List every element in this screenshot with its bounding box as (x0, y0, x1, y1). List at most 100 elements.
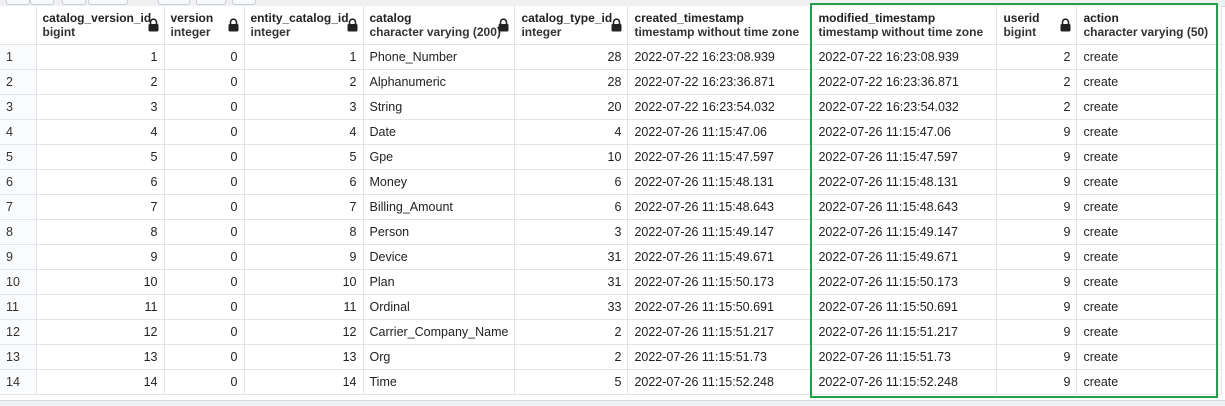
cell-action[interactable]: create (1076, 294, 1223, 320)
toolbar-button[interactable] (232, 0, 256, 5)
cell-userid[interactable]: 9 (996, 169, 1078, 195)
cell-catalog-version-id[interactable]: 1 (36, 44, 165, 70)
cell-modified-timestamp[interactable]: 2022-07-26 11:15:51.217 (811, 319, 998, 345)
cell-entity-catalog-id[interactable]: 10 (244, 269, 364, 295)
cell-entity-catalog-id[interactable]: 4 (244, 119, 364, 145)
cell-catalog-version-id[interactable]: 8 (36, 219, 165, 245)
cell-version[interactable]: 0 (164, 219, 245, 245)
cell-version[interactable]: 0 (164, 319, 245, 345)
toolbar-button[interactable] (30, 0, 54, 5)
row-number-header[interactable] (0, 6, 37, 45)
cell-userid[interactable]: 9 (996, 194, 1078, 220)
column-header[interactable]: userid bigint (996, 6, 1078, 45)
cell-catalog-version-id[interactable]: 7 (36, 194, 165, 220)
table-row[interactable]: 1 1 0 1 Phone_Number 28 2022-07-22 16:23… (0, 44, 1223, 70)
cell-catalog-version-id[interactable]: 13 (36, 344, 165, 370)
cell-catalog-version-id[interactable]: 3 (36, 94, 165, 120)
table-row[interactable]: 7 7 0 7 Billing_Amount 6 2022-07-26 11:1… (0, 194, 1223, 220)
cell-catalog[interactable]: Alphanumeric (363, 69, 516, 95)
cell-entity-catalog-id[interactable]: 5 (244, 144, 364, 170)
cell-version[interactable]: 0 (164, 44, 245, 70)
cell-catalog-version-id[interactable]: 10 (36, 269, 165, 295)
cell-catalog-type-id[interactable]: 28 (514, 44, 629, 70)
cell-entity-catalog-id[interactable]: 14 (244, 369, 364, 395)
row-number[interactable]: 7 (0, 194, 37, 220)
cell-entity-catalog-id[interactable]: 11 (244, 294, 364, 320)
toolbar-button[interactable] (62, 0, 86, 5)
cell-catalog-type-id[interactable]: 20 (514, 94, 629, 120)
column-header[interactable]: created_timestamp timestamp without time… (627, 6, 813, 45)
cell-userid[interactable]: 9 (996, 319, 1078, 345)
cell-catalog-version-id[interactable]: 9 (36, 244, 165, 270)
cell-created-timestamp[interactable]: 2022-07-22 16:23:54.032 (627, 94, 813, 120)
cell-entity-catalog-id[interactable]: 7 (244, 194, 364, 220)
cell-entity-catalog-id[interactable]: 6 (244, 169, 364, 195)
cell-catalog-type-id[interactable]: 6 (514, 169, 629, 195)
cell-modified-timestamp[interactable]: 2022-07-22 16:23:36.871 (811, 69, 998, 95)
cell-version[interactable]: 0 (164, 169, 245, 195)
cell-catalog-type-id[interactable]: 2 (514, 344, 629, 370)
toolbar-button[interactable] (158, 0, 190, 5)
cell-catalog-type-id[interactable]: 3 (514, 219, 629, 245)
cell-entity-catalog-id[interactable]: 13 (244, 344, 364, 370)
cell-created-timestamp[interactable]: 2022-07-26 11:15:48.643 (627, 194, 813, 220)
cell-catalog-version-id[interactable]: 6 (36, 169, 165, 195)
column-header[interactable]: version integer (164, 6, 245, 45)
column-header[interactable]: catalog character varying (200) (363, 6, 516, 45)
cell-catalog-version-id[interactable]: 14 (36, 369, 165, 395)
cell-modified-timestamp[interactable]: 2022-07-26 11:15:50.691 (811, 294, 998, 320)
cell-modified-timestamp[interactable]: 2022-07-26 11:15:52.248 (811, 369, 998, 395)
cell-modified-timestamp[interactable]: 2022-07-26 11:15:47.597 (811, 144, 998, 170)
cell-userid[interactable]: 9 (996, 369, 1078, 395)
cell-version[interactable]: 0 (164, 369, 245, 395)
cell-version[interactable]: 0 (164, 269, 245, 295)
cell-action[interactable]: create (1076, 94, 1223, 120)
cell-modified-timestamp[interactable]: 2022-07-26 11:15:48.643 (811, 194, 998, 220)
cell-modified-timestamp[interactable]: 2022-07-22 16:23:08.939 (811, 44, 998, 70)
cell-version[interactable]: 0 (164, 244, 245, 270)
cell-created-timestamp[interactable]: 2022-07-26 11:15:51.73 (627, 344, 813, 370)
row-number[interactable]: 3 (0, 94, 37, 120)
cell-created-timestamp[interactable]: 2022-07-26 11:15:52.248 (627, 369, 813, 395)
cell-action[interactable]: create (1076, 219, 1223, 245)
row-number[interactable]: 10 (0, 269, 37, 295)
cell-userid[interactable]: 9 (996, 219, 1078, 245)
cell-created-timestamp[interactable]: 2022-07-22 16:23:36.871 (627, 69, 813, 95)
cell-action[interactable]: create (1076, 44, 1223, 70)
cell-catalog-version-id[interactable]: 12 (36, 319, 165, 345)
table-row[interactable]: 2 2 0 2 Alphanumeric 28 2022-07-22 16:23… (0, 69, 1223, 95)
cell-created-timestamp[interactable]: 2022-07-26 11:15:48.131 (627, 169, 813, 195)
table-row[interactable]: 11 11 0 11 Ordinal 33 2022-07-26 11:15:5… (0, 294, 1223, 320)
cell-catalog-type-id[interactable]: 6 (514, 194, 629, 220)
cell-catalog-type-id[interactable]: 31 (514, 269, 629, 295)
cell-entity-catalog-id[interactable]: 9 (244, 244, 364, 270)
cell-modified-timestamp[interactable]: 2022-07-26 11:15:49.147 (811, 219, 998, 245)
row-number[interactable]: 9 (0, 244, 37, 270)
row-number[interactable]: 12 (0, 319, 37, 345)
row-number[interactable]: 1 (0, 44, 37, 70)
cell-catalog-version-id[interactable]: 11 (36, 294, 165, 320)
row-number[interactable]: 13 (0, 344, 37, 370)
column-header[interactable]: catalog_version_id bigint (36, 6, 165, 45)
cell-created-timestamp[interactable]: 2022-07-26 11:15:49.671 (627, 244, 813, 270)
cell-catalog[interactable]: Time (363, 369, 516, 395)
cell-entity-catalog-id[interactable]: 3 (244, 94, 364, 120)
row-number[interactable]: 14 (0, 369, 37, 395)
cell-catalog[interactable]: Gpe (363, 144, 516, 170)
table-row[interactable]: 5 5 0 5 Gpe 10 2022-07-26 11:15:47.597 2… (0, 144, 1223, 170)
table-row[interactable]: 14 14 0 14 Time 5 2022-07-26 11:15:52.24… (0, 369, 1223, 395)
cell-catalog[interactable]: Date (363, 119, 516, 145)
cell-modified-timestamp[interactable]: 2022-07-26 11:15:48.131 (811, 169, 998, 195)
cell-userid[interactable]: 9 (996, 344, 1078, 370)
cell-catalog[interactable]: Money (363, 169, 516, 195)
cell-userid[interactable]: 2 (996, 94, 1078, 120)
cell-action[interactable]: create (1076, 269, 1223, 295)
cell-version[interactable]: 0 (164, 144, 245, 170)
cell-catalog-version-id[interactable]: 2 (36, 69, 165, 95)
cell-action[interactable]: create (1076, 369, 1223, 395)
cell-userid[interactable]: 2 (996, 44, 1078, 70)
cell-userid[interactable]: 9 (996, 119, 1078, 145)
cell-action[interactable]: create (1076, 144, 1223, 170)
cell-version[interactable]: 0 (164, 194, 245, 220)
cell-action[interactable]: create (1076, 169, 1223, 195)
